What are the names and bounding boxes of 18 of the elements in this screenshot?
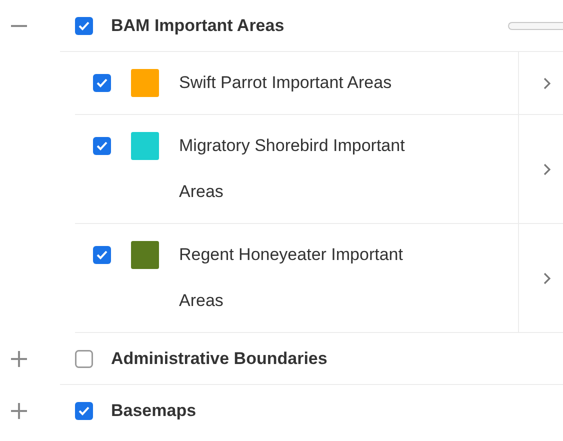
- layer-group-title: BAM Important Areas: [111, 14, 284, 37]
- chevron-right-icon[interactable]: [543, 272, 551, 284]
- checkbox[interactable]: [75, 16, 93, 34]
- layer-name: Migratory Shorebird Important Areas: [179, 135, 406, 203]
- slider-track[interactable]: [508, 22, 563, 30]
- checkbox[interactable]: [93, 137, 111, 155]
- checkbox[interactable]: [75, 350, 93, 368]
- expand-icon[interactable]: [9, 349, 29, 369]
- layer-name: Swift Parrot Important Areas: [179, 72, 393, 94]
- layer-group-title: Basemaps: [111, 400, 196, 422]
- chevron-right-icon[interactable]: [543, 162, 551, 176]
- expand-icon[interactable]: [9, 401, 29, 421]
- checkbox[interactable]: [93, 74, 111, 92]
- chevron-right-icon[interactable]: [543, 76, 551, 90]
- checkbox[interactable]: [93, 246, 111, 264]
- layer-group-title: Administrative Boundaries: [111, 348, 328, 370]
- checkbox[interactable]: [75, 402, 93, 420]
- layer-name: Regent Honeyeater Important Areas: [179, 244, 404, 312]
